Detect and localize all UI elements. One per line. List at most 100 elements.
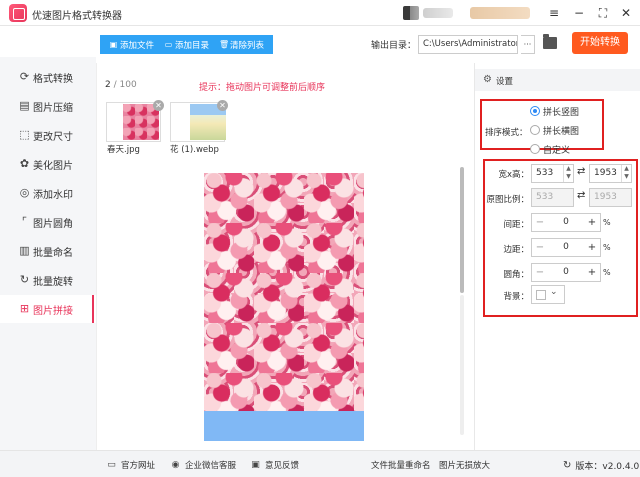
wechat-support-link[interactable]: ◉ 企业微信客服 bbox=[170, 459, 236, 472]
corner-stepper[interactable]: − 0 + bbox=[531, 263, 601, 282]
settings-panel: ⚙ 设置 排序模式： 拼长竖图 拼长横图 自定义 宽x高： 533 ▲ ▼ ⇄ 1… bbox=[474, 63, 640, 450]
radio-dot bbox=[530, 106, 540, 116]
title-bar: 优速图片格式转换器 ≡ − ⛶ ✕ bbox=[0, 0, 640, 26]
rename-icon: ▥ bbox=[19, 244, 30, 257]
menu-icon[interactable]: ≡ bbox=[545, 4, 563, 22]
add-file-button[interactable]: ▣ 添加文件 bbox=[104, 35, 159, 54]
add-file-icon: ▣ bbox=[109, 40, 118, 49]
version-info[interactable]: ↻ 版本：v2.0.4.0 bbox=[563, 459, 639, 472]
image-list-area: 2 / 100 提示：拖动图片可调整前后顺序 ✕ 春天.jpg ✕ 花 (1).… bbox=[96, 63, 472, 450]
round-corner-icon: ⌜ bbox=[21, 215, 28, 228]
resize-icon: ⬚ bbox=[19, 128, 30, 141]
corner-plus-button[interactable]: + bbox=[584, 264, 600, 281]
sidebar-item-format-convert[interactable]: ⟳ 格式转换 bbox=[0, 63, 96, 91]
margin-minus-button[interactable]: − bbox=[532, 239, 548, 256]
beautify-icon: ✿ bbox=[19, 157, 30, 170]
preview-scrollbar[interactable] bbox=[460, 167, 464, 293]
remove-image-icon[interactable]: ✕ bbox=[217, 100, 228, 111]
thumbnail-image bbox=[123, 104, 159, 140]
size-label: 宽x高： bbox=[498, 170, 529, 180]
gear-icon: ⚙ bbox=[483, 74, 492, 85]
corner-unit: % bbox=[603, 268, 611, 277]
background-color-picker[interactable]: ⌄ bbox=[531, 285, 565, 304]
image-thumbnail[interactable]: ✕ bbox=[170, 100, 228, 142]
clear-list-button[interactable]: 🗑 清除列表 bbox=[214, 35, 269, 54]
close-icon[interactable]: ✕ bbox=[617, 4, 635, 22]
convert-icon: ⟳ bbox=[19, 70, 30, 83]
feedback-link[interactable]: ▣ 意见反馈 bbox=[250, 459, 299, 472]
color-swatch bbox=[536, 290, 546, 300]
open-folder-icon[interactable] bbox=[543, 34, 557, 49]
compress-icon: ▤ bbox=[19, 99, 30, 112]
margin-stepper[interactable]: − 0 + bbox=[531, 238, 601, 257]
preview-scroll-track[interactable] bbox=[460, 295, 464, 435]
feedback-icon: ▣ bbox=[251, 459, 260, 470]
maximize-icon[interactable]: ⛶ bbox=[594, 4, 612, 22]
chevron-down-icon: ⌄ bbox=[550, 287, 558, 297]
radio-dot bbox=[530, 125, 540, 135]
height-spin-icon[interactable]: ▲ ▼ bbox=[621, 165, 631, 182]
spacing-minus-button[interactable]: − bbox=[532, 214, 548, 231]
ratio-label: 原图比例： bbox=[486, 195, 529, 205]
spacing-plus-button[interactable]: + bbox=[584, 214, 600, 231]
app-logo-icon bbox=[9, 4, 27, 22]
image-thumbnail[interactable]: ✕ bbox=[106, 100, 164, 142]
watermark-icon: ◎ bbox=[19, 186, 30, 199]
corner-minus-button[interactable]: − bbox=[532, 264, 548, 281]
stitch-icon: ⊞ bbox=[19, 302, 30, 315]
radio-horizontal-stitch[interactable]: 拼长横图 bbox=[530, 124, 640, 137]
output-dir-label: 输出目录： bbox=[371, 41, 417, 51]
sidebar-item-watermark[interactable]: ◎ 添加水印 bbox=[0, 179, 96, 207]
sidebar-item-compress[interactable]: ▤ 图片压缩 bbox=[0, 92, 96, 120]
ratio-width-input: 533 bbox=[531, 188, 574, 207]
background-label: 背景： bbox=[503, 292, 529, 302]
monitor-icon: ▭ bbox=[107, 459, 116, 470]
image-count: 2 / 100 bbox=[105, 80, 137, 90]
drag-tip: 提示：拖动图片可调整前后顺序 bbox=[199, 83, 326, 93]
user-avatar[interactable] bbox=[403, 6, 419, 20]
spacing-stepper[interactable]: − 0 + bbox=[531, 213, 601, 232]
output-dir-input[interactable]: C:\Users\Administrator\ bbox=[418, 35, 518, 54]
file-name: 春天.jpg bbox=[107, 145, 140, 155]
ratio-height-input: 1953 bbox=[589, 188, 632, 207]
corner-label: 圆角： bbox=[503, 270, 529, 280]
browse-more-button[interactable]: ··· bbox=[521, 35, 535, 54]
sidebar-item-resize[interactable]: ⬚ 更改尺寸 bbox=[0, 121, 96, 149]
folder-icon: ▭ bbox=[164, 40, 173, 49]
sidebar-item-beautify[interactable]: ✿ 美化图片 bbox=[0, 150, 96, 178]
sidebar-item-batch-rotate[interactable]: ↻ 批量旋转 bbox=[0, 266, 96, 294]
width-spin-icon[interactable]: ▲ ▼ bbox=[563, 165, 573, 182]
spacing-unit: % bbox=[603, 218, 611, 227]
file-button-group: ▣ 添加文件 ▭ 添加目录 🗑 清除列表 bbox=[100, 35, 274, 54]
headset-icon: ◉ bbox=[171, 459, 180, 470]
sort-mode-label: 排序模式： bbox=[485, 128, 528, 138]
website-link[interactable]: ▭ 官方网址 bbox=[106, 459, 155, 472]
add-folder-button[interactable]: ▭ 添加目录 bbox=[159, 35, 214, 54]
stitch-preview bbox=[204, 173, 364, 441]
radio-dot bbox=[530, 144, 540, 154]
account-info-blurred bbox=[470, 7, 530, 19]
footer: ▭ 官方网址 ◉ 企业微信客服 ▣ 意见反馈 文件批量重命名 图片无损放大 ↻ … bbox=[0, 450, 640, 477]
height-input[interactable]: 1953 ▲ ▼ bbox=[589, 164, 632, 183]
file-name: 花 (1).webp bbox=[170, 145, 219, 155]
preview-image-roses bbox=[204, 173, 364, 411]
width-input[interactable]: 533 ▲ ▼ bbox=[531, 164, 574, 183]
lossless-upscale-link[interactable]: 图片无损放大 bbox=[439, 459, 490, 471]
swap-icon[interactable]: ⇄ bbox=[577, 166, 585, 177]
trash-icon: 🗑 bbox=[219, 40, 230, 49]
margin-label: 边距： bbox=[503, 245, 529, 255]
start-convert-button[interactable]: 开始转换 bbox=[572, 32, 628, 54]
batch-rename-link[interactable]: 文件批量重命名 bbox=[371, 459, 431, 471]
toolbar: ▣ 添加文件 ▭ 添加目录 🗑 清除列表 输出目录： C:\Users\Admi… bbox=[96, 26, 640, 63]
refresh-icon: ↻ bbox=[563, 460, 572, 471]
minimize-icon[interactable]: − bbox=[570, 4, 588, 22]
remove-image-icon[interactable]: ✕ bbox=[153, 100, 164, 111]
sidebar-item-batch-rename[interactable]: ▥ 批量命名 bbox=[0, 237, 96, 265]
radio-custom[interactable]: 自定义 bbox=[530, 143, 640, 156]
margin-plus-button[interactable]: + bbox=[584, 239, 600, 256]
sidebar-item-round-corner[interactable]: ⌜ 图片圆角 bbox=[0, 208, 96, 236]
rotate-icon: ↻ bbox=[19, 273, 30, 286]
radio-vertical-stitch[interactable]: 拼长竖图 bbox=[530, 105, 640, 118]
sidebar-item-image-stitch[interactable]: ⊞ 图片拼接 bbox=[0, 295, 96, 323]
user-name-blurred bbox=[423, 8, 453, 18]
